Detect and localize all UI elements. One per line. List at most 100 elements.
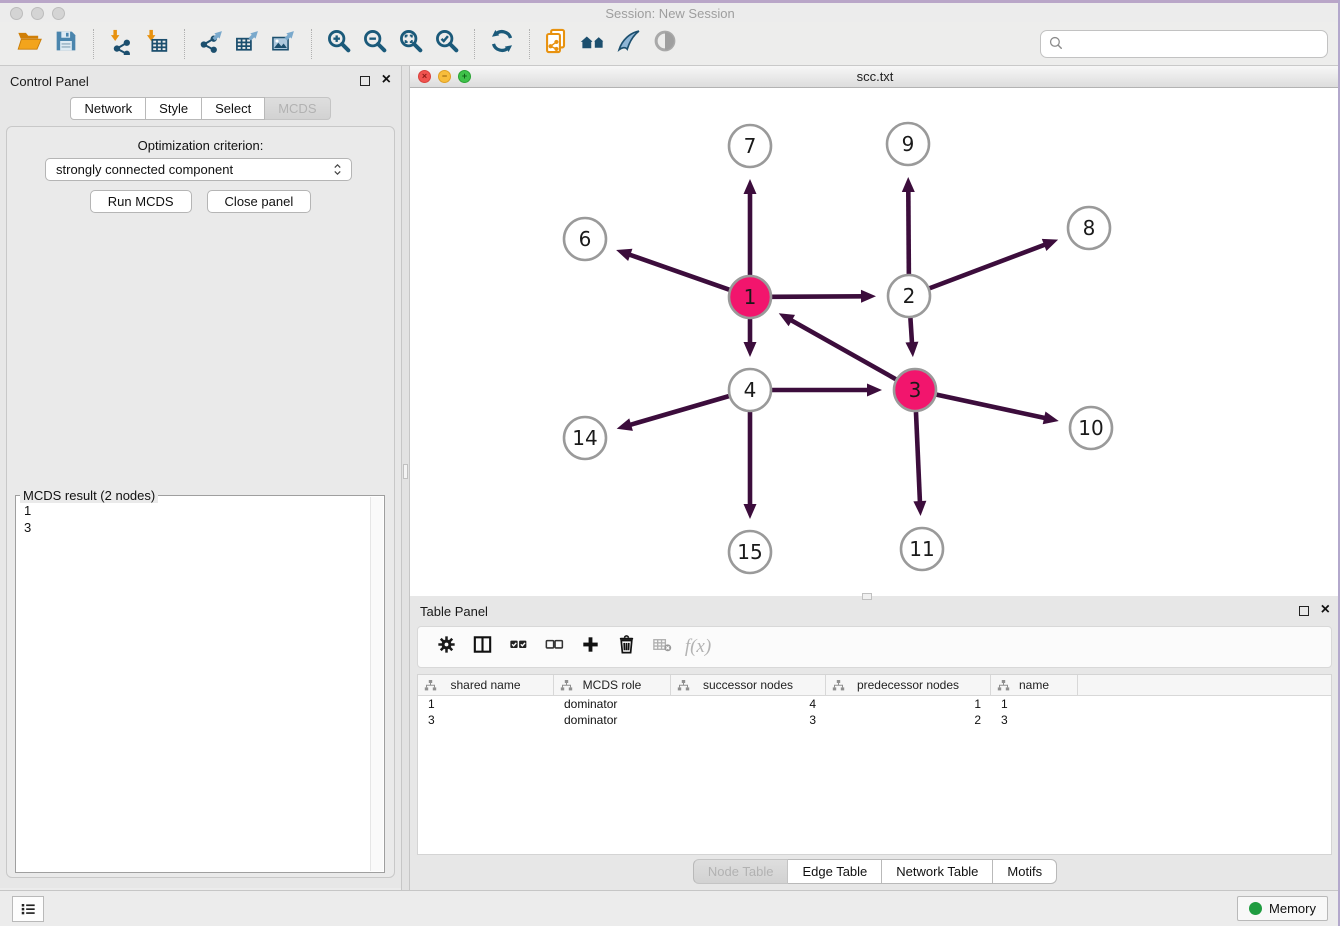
svg-text:7: 7 xyxy=(744,134,757,158)
tab-network-table[interactable]: Network Table xyxy=(882,859,993,884)
graph-node-15[interactable]: 15 xyxy=(729,531,771,573)
graph-node-1[interactable]: 1 xyxy=(729,276,771,318)
svg-text:9: 9 xyxy=(902,132,915,156)
add-button[interactable] xyxy=(574,631,606,663)
export-image-button[interactable] xyxy=(266,26,302,62)
node-table: shared nameMCDS rolesuccessor nodesprede… xyxy=(417,674,1332,855)
function-button[interactable]: f(x) xyxy=(682,631,714,663)
chevron-updown-icon xyxy=(330,162,345,177)
zoom-fit-button[interactable] xyxy=(393,26,429,62)
close-panel-button[interactable]: Close panel xyxy=(207,190,312,213)
search-box[interactable] xyxy=(1040,30,1328,58)
control-panel-title: Control Panel xyxy=(10,74,89,89)
tab-mcds[interactable]: MCDS xyxy=(265,97,330,120)
memory-button[interactable]: Memory xyxy=(1237,896,1328,921)
zoom-in-button[interactable] xyxy=(321,26,357,62)
select-all-button[interactable] xyxy=(502,631,534,663)
graph-edge-1-4[interactable] xyxy=(744,319,757,357)
run-mcds-button[interactable]: Run MCDS xyxy=(90,190,192,213)
table-cell: 3 xyxy=(418,713,554,727)
graph-node-6[interactable]: 6 xyxy=(564,218,606,260)
export-network-button[interactable] xyxy=(194,26,230,62)
export-table-button[interactable] xyxy=(230,26,266,62)
tab-network[interactable]: Network xyxy=(70,97,146,120)
tab-style[interactable]: Style xyxy=(146,97,202,120)
import-network-button[interactable] xyxy=(103,26,139,62)
style-brush-button[interactable] xyxy=(611,26,647,62)
tab-edge-table[interactable]: Edge Table xyxy=(788,859,882,884)
splitter-handle[interactable] xyxy=(403,464,408,479)
graph-node-8[interactable]: 8 xyxy=(1068,207,1110,249)
panel-splitter[interactable] xyxy=(401,66,410,890)
table-cell: 3 xyxy=(991,713,1078,727)
table-row[interactable]: 1dominator411 xyxy=(418,696,1331,712)
import-table-button[interactable] xyxy=(139,26,175,62)
trash-icon xyxy=(615,633,638,661)
eye-button[interactable] xyxy=(647,26,683,62)
column-header[interactable]: predecessor nodes xyxy=(826,675,991,695)
deselect-all-button[interactable] xyxy=(538,631,570,663)
open-file-icon xyxy=(16,27,44,60)
column-header[interactable]: name xyxy=(991,675,1078,695)
trash-button[interactable] xyxy=(610,631,642,663)
first-neighbors-button[interactable] xyxy=(575,26,611,62)
graph-edge-1-7[interactable] xyxy=(744,179,757,275)
network-canvas[interactable]: 7 9 6 8 1 2 4 3 14 10 15 11 xyxy=(410,88,1340,596)
graph-node-7[interactable]: 7 xyxy=(729,125,771,167)
graph-edge-4-3[interactable] xyxy=(772,384,882,397)
graph-node-10[interactable]: 10 xyxy=(1070,407,1112,449)
tab-select[interactable]: Select xyxy=(202,97,265,120)
open-file-button[interactable] xyxy=(12,26,48,62)
gear-icon xyxy=(435,633,458,661)
horizontal-splitter-handle[interactable] xyxy=(862,593,872,600)
show-column-button[interactable] xyxy=(466,631,498,663)
graph-edge-3-10[interactable] xyxy=(937,395,1059,425)
graph-edge-1-2[interactable] xyxy=(772,290,876,303)
toolbar-separator xyxy=(474,29,475,59)
graph-edge-2-9[interactable] xyxy=(902,177,915,274)
zoom-selected-button[interactable] xyxy=(429,26,465,62)
zoom-selected-icon xyxy=(433,27,461,60)
network-title: scc.txt xyxy=(410,69,1340,84)
zoom-out-button[interactable] xyxy=(357,26,393,62)
copy-network-button[interactable] xyxy=(539,26,575,62)
table-close-icon[interactable]: × xyxy=(1321,602,1330,618)
graph-edge-4-14[interactable] xyxy=(617,396,729,431)
tab-node-table[interactable]: Node Table xyxy=(693,859,789,884)
optimization-dropdown[interactable]: strongly connected component xyxy=(45,158,352,181)
gear-button[interactable] xyxy=(430,631,462,663)
save-session-button[interactable] xyxy=(48,26,84,62)
graph-node-4[interactable]: 4 xyxy=(729,369,771,411)
task-history-button[interactable] xyxy=(12,896,44,922)
column-header[interactable]: shared name xyxy=(418,675,554,695)
column-label: name xyxy=(1019,678,1049,692)
graph-edge-4-15[interactable] xyxy=(744,412,757,519)
mcds-result-list[interactable]: 13 xyxy=(24,502,31,536)
close-panel-icon[interactable]: × xyxy=(382,72,391,88)
column-header[interactable]: successor nodes xyxy=(671,675,826,695)
export-table-icon xyxy=(234,27,262,60)
graph-node-3[interactable]: 3 xyxy=(894,369,936,411)
column-header[interactable]: MCDS role xyxy=(554,675,671,695)
graph-node-11[interactable]: 11 xyxy=(901,528,943,570)
result-scrollbar[interactable] xyxy=(370,497,383,871)
control-panel: Control Panel × NetworkStyleSelectMCDS O… xyxy=(0,66,401,888)
search-input[interactable] xyxy=(1066,36,1321,51)
refresh-network-button[interactable] xyxy=(484,26,520,62)
table-float-icon[interactable] xyxy=(1299,606,1309,616)
graph-edge-2-8[interactable] xyxy=(930,239,1059,288)
graph-edge-3-1[interactable] xyxy=(779,313,896,379)
graph-node-2[interactable]: 2 xyxy=(888,275,930,317)
tab-motifs[interactable]: Motifs xyxy=(993,859,1057,884)
graph-node-14[interactable]: 14 xyxy=(564,417,606,459)
save-session-icon xyxy=(52,27,80,60)
optimization-label: Optimization criterion: xyxy=(7,138,394,153)
delete-table-button[interactable] xyxy=(646,631,678,663)
table-row[interactable]: 3dominator323 xyxy=(418,712,1331,728)
graph-edge-1-6[interactable] xyxy=(616,249,729,290)
float-panel-icon[interactable] xyxy=(360,76,370,86)
graph-edge-3-11[interactable] xyxy=(913,412,926,516)
network-titlebar[interactable]: × − + scc.txt xyxy=(410,66,1340,88)
graph-edge-2-3[interactable] xyxy=(905,318,918,357)
graph-node-9[interactable]: 9 xyxy=(887,123,929,165)
